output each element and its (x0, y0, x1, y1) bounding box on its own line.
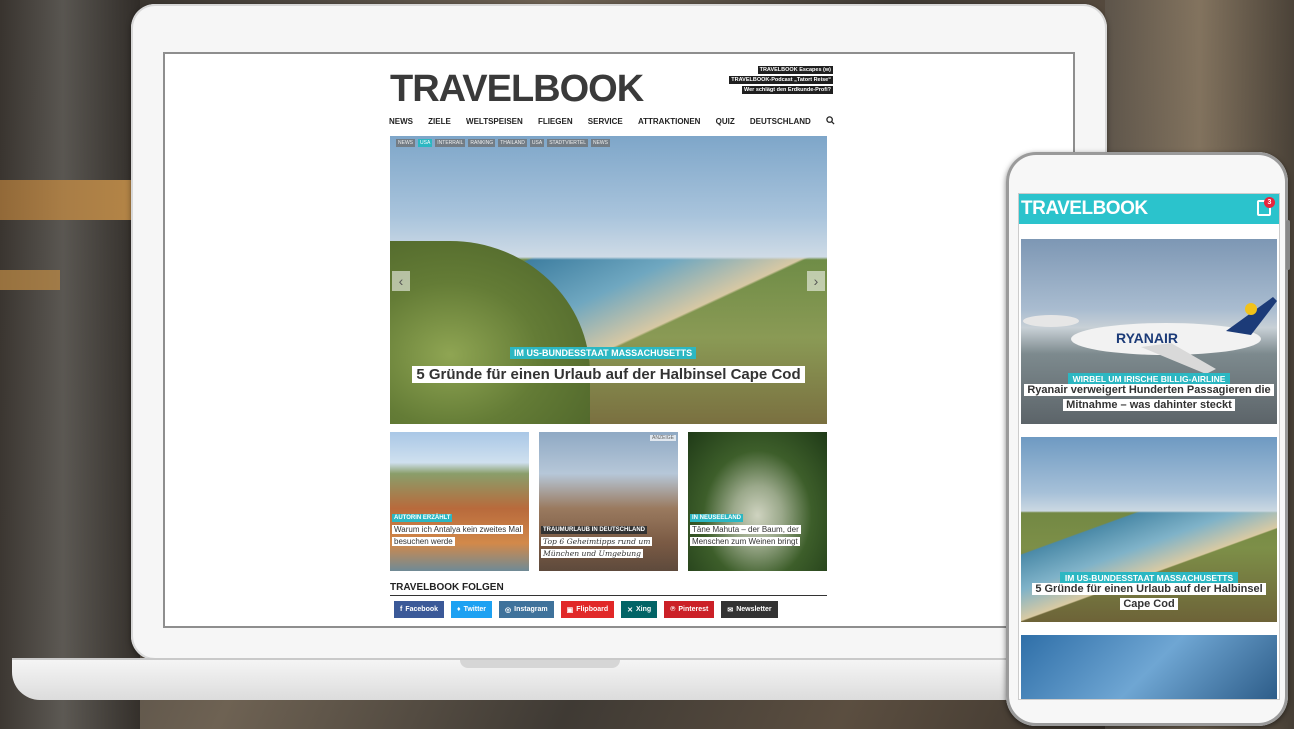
site-logo[interactable]: TRAVELBOOK (390, 68, 644, 111)
search-icon[interactable] (826, 116, 835, 127)
ad-label: ANZEIGE (650, 435, 676, 441)
mobile-title[interactable]: Ryanair verweigert Hunderten Passagieren… (1021, 383, 1277, 413)
teaser-cards: AUTORIN ERZÄHLT Warum ich Antalya kein z… (390, 432, 827, 571)
hero-tag[interactable]: NEWS (590, 139, 610, 147)
background-scaffold (0, 0, 140, 729)
twitter-icon: ♦ (457, 606, 461, 613)
social-button-label: Twitter (463, 606, 487, 613)
teaser-title[interactable]: Warum ich Antalya kein zweites Mal besuc… (392, 524, 524, 548)
mobile-header: TRAVELBOOK 3 (1019, 194, 1279, 224)
hero-tag[interactable]: USA (529, 139, 545, 147)
mobile-article-capecod[interactable]: IM US-BUNDESSTAAT MASSACHUSETTS 5 Gründe… (1021, 437, 1277, 622)
nav-item-service[interactable]: SERVICE (588, 117, 623, 126)
teaser-title-text[interactable]: Top 6 Geheimtipps rund um München und Um… (541, 537, 653, 558)
social-button-pinterest[interactable]: ℗ Pinterest (664, 601, 715, 618)
hero-tag-active[interactable]: USA (418, 139, 433, 147)
social-button-flipboard[interactable]: ▣ Flipboard (560, 601, 615, 618)
facebook-icon: f (400, 606, 403, 613)
hero-tag[interactable]: NEWS (396, 139, 415, 147)
nav-item-attraktionen[interactable]: ATTRAKTIONEN (638, 117, 701, 126)
slider-prev-button[interactable]: ‹ (392, 271, 410, 291)
mobile-title[interactable]: 5 Gründe für einen Urlaub auf der Halbin… (1021, 582, 1277, 612)
hero-kicker: IM US-BUNDESSTAAT MASSACHUSETTS (510, 347, 697, 359)
teaser-title[interactable]: Top 6 Geheimtipps rund um München und Um… (541, 536, 671, 560)
social-button-facebook[interactable]: f Facebook (394, 601, 445, 618)
header-link-escapes[interactable]: TRAVELBOOK Escapes (w) (757, 66, 833, 74)
hero-tag[interactable]: STADTVIERTEL (547, 139, 588, 147)
header-link-quiz[interactable]: Wer schlägt den Erdkunde-Profi? (742, 86, 833, 94)
xing-icon: ✕ (627, 606, 634, 614)
nav-item-deutschland[interactable]: DEUTSCHLAND (750, 117, 811, 126)
desktop-website: TRAVELBOOK TRAVELBOOK Escapes (w) TRAVEL… (163, 52, 1075, 628)
nav-item-quiz[interactable]: QUIZ (716, 117, 735, 126)
social-button-label: Xing (636, 606, 652, 613)
laptop-notch (460, 660, 620, 668)
hero-tag[interactable]: INTERRAIL (435, 139, 466, 147)
teaser-kicker: IN NEUSEELAND (690, 514, 744, 522)
airplane-livery-text: RYANAIR (1116, 330, 1178, 346)
pinterest-icon: ℗ (670, 606, 676, 613)
nav-item-weltspeisen[interactable]: WELTSPEISEN (466, 117, 523, 126)
hero-slider[interactable]: NEWS USA INTERRAIL RANKING THAILAND USA … (390, 136, 827, 424)
teaser-card-muenchen[interactable]: ANZEIGE TRAUMURLAUB IN DEUTSCHLAND Top 6… (539, 432, 678, 571)
slider-next-button[interactable]: › (807, 271, 825, 291)
background-orange-beam-lower (0, 270, 60, 290)
mobile-title-text[interactable]: 5 Gründe für einen Urlaub auf der Halbin… (1032, 583, 1266, 610)
mobile-article-next[interactable] (1021, 635, 1277, 699)
social-button-label: Instagram (514, 606, 548, 613)
tabs-count-badge: 3 (1264, 197, 1275, 208)
header-link-podcast[interactable]: TRAVELBOOK-Podcast „Tatort Reise“ (729, 76, 833, 84)
teaser-title[interactable]: Tāne Mahuta – der Baum, der Menschen zum… (690, 524, 820, 548)
main-nav: NEWS ZIELE WELTSPEISEN FLIEGEN SERVICE A… (389, 116, 835, 127)
mobile-website: TRAVELBOOK 3 RYANAIR WIRBEL UM IRISCHE B… (1018, 193, 1280, 700)
social-button-xing[interactable]: ✕ Xing (621, 601, 658, 618)
teaser-card-antalya[interactable]: AUTORIN ERZÄHLT Warum ich Antalya kein z… (390, 432, 529, 571)
hero-title-text[interactable]: 5 Gründe für einen Urlaub auf der Halbin… (412, 366, 805, 383)
hero-title[interactable]: 5 Gründe für einen Urlaub auf der Halbin… (410, 365, 807, 385)
teaser-title-text[interactable]: Warum ich Antalya kein zweites Mal besuc… (392, 525, 524, 546)
nav-item-fliegen[interactable]: FLIEGEN (538, 117, 573, 126)
newsletter-icon: ✉ (727, 606, 734, 614)
nav-item-news[interactable]: NEWS (389, 117, 413, 126)
header-links: TRAVELBOOK Escapes (w) TRAVELBOOK-Podcas… (705, 66, 833, 96)
teaser-kicker: TRAUMURLAUB IN DEUTSCHLAND (541, 526, 647, 534)
mobile-logo[interactable]: TRAVELBOOK (1021, 198, 1148, 220)
social-buttons: f Facebook ♦ Twitter ◎ Instagram ▣ Flipboard ✕ Xi… (394, 601, 778, 618)
hero-tag[interactable]: THAILAND (498, 139, 527, 147)
social-button-newsletter[interactable]: ✉ Newsletter (721, 601, 778, 618)
mobile-article-ryanair[interactable]: RYANAIR WIRBEL UM IRISCHE BILLIG-AIRLINE… (1021, 239, 1277, 424)
social-button-label: Newsletter (736, 606, 772, 613)
phone-side-button (1286, 220, 1290, 270)
flipboard-icon: ▣ (566, 606, 574, 614)
teaser-card-neuseeland[interactable]: IN NEUSEELAND Tāne Mahuta – der Baum, de… (688, 432, 827, 571)
background-orange-beam (0, 180, 135, 220)
teaser-kicker: AUTORIN ERZÄHLT (392, 514, 453, 522)
social-button-label: Pinterest (678, 606, 709, 613)
nav-item-ziele[interactable]: ZIELE (428, 117, 451, 126)
social-button-label: Facebook (405, 606, 439, 613)
teaser-title-text[interactable]: Tāne Mahuta – der Baum, der Menschen zum… (690, 525, 801, 546)
hero-image-dune (390, 241, 590, 424)
hero-tag-bar: NEWS USA INTERRAIL RANKING THAILAND USA … (396, 139, 610, 147)
instagram-icon: ◎ (505, 606, 512, 614)
hero-tag[interactable]: RANKING (468, 139, 496, 147)
social-button-label: Flipboard (576, 606, 609, 613)
social-button-twitter[interactable]: ♦ Twitter (451, 601, 493, 618)
mobile-title-text[interactable]: Ryanair verweigert Hunderten Passagieren… (1024, 384, 1274, 411)
social-button-instagram[interactable]: ◎ Instagram (499, 601, 554, 618)
follow-heading: TRAVELBOOK FOLGEN (390, 582, 827, 596)
